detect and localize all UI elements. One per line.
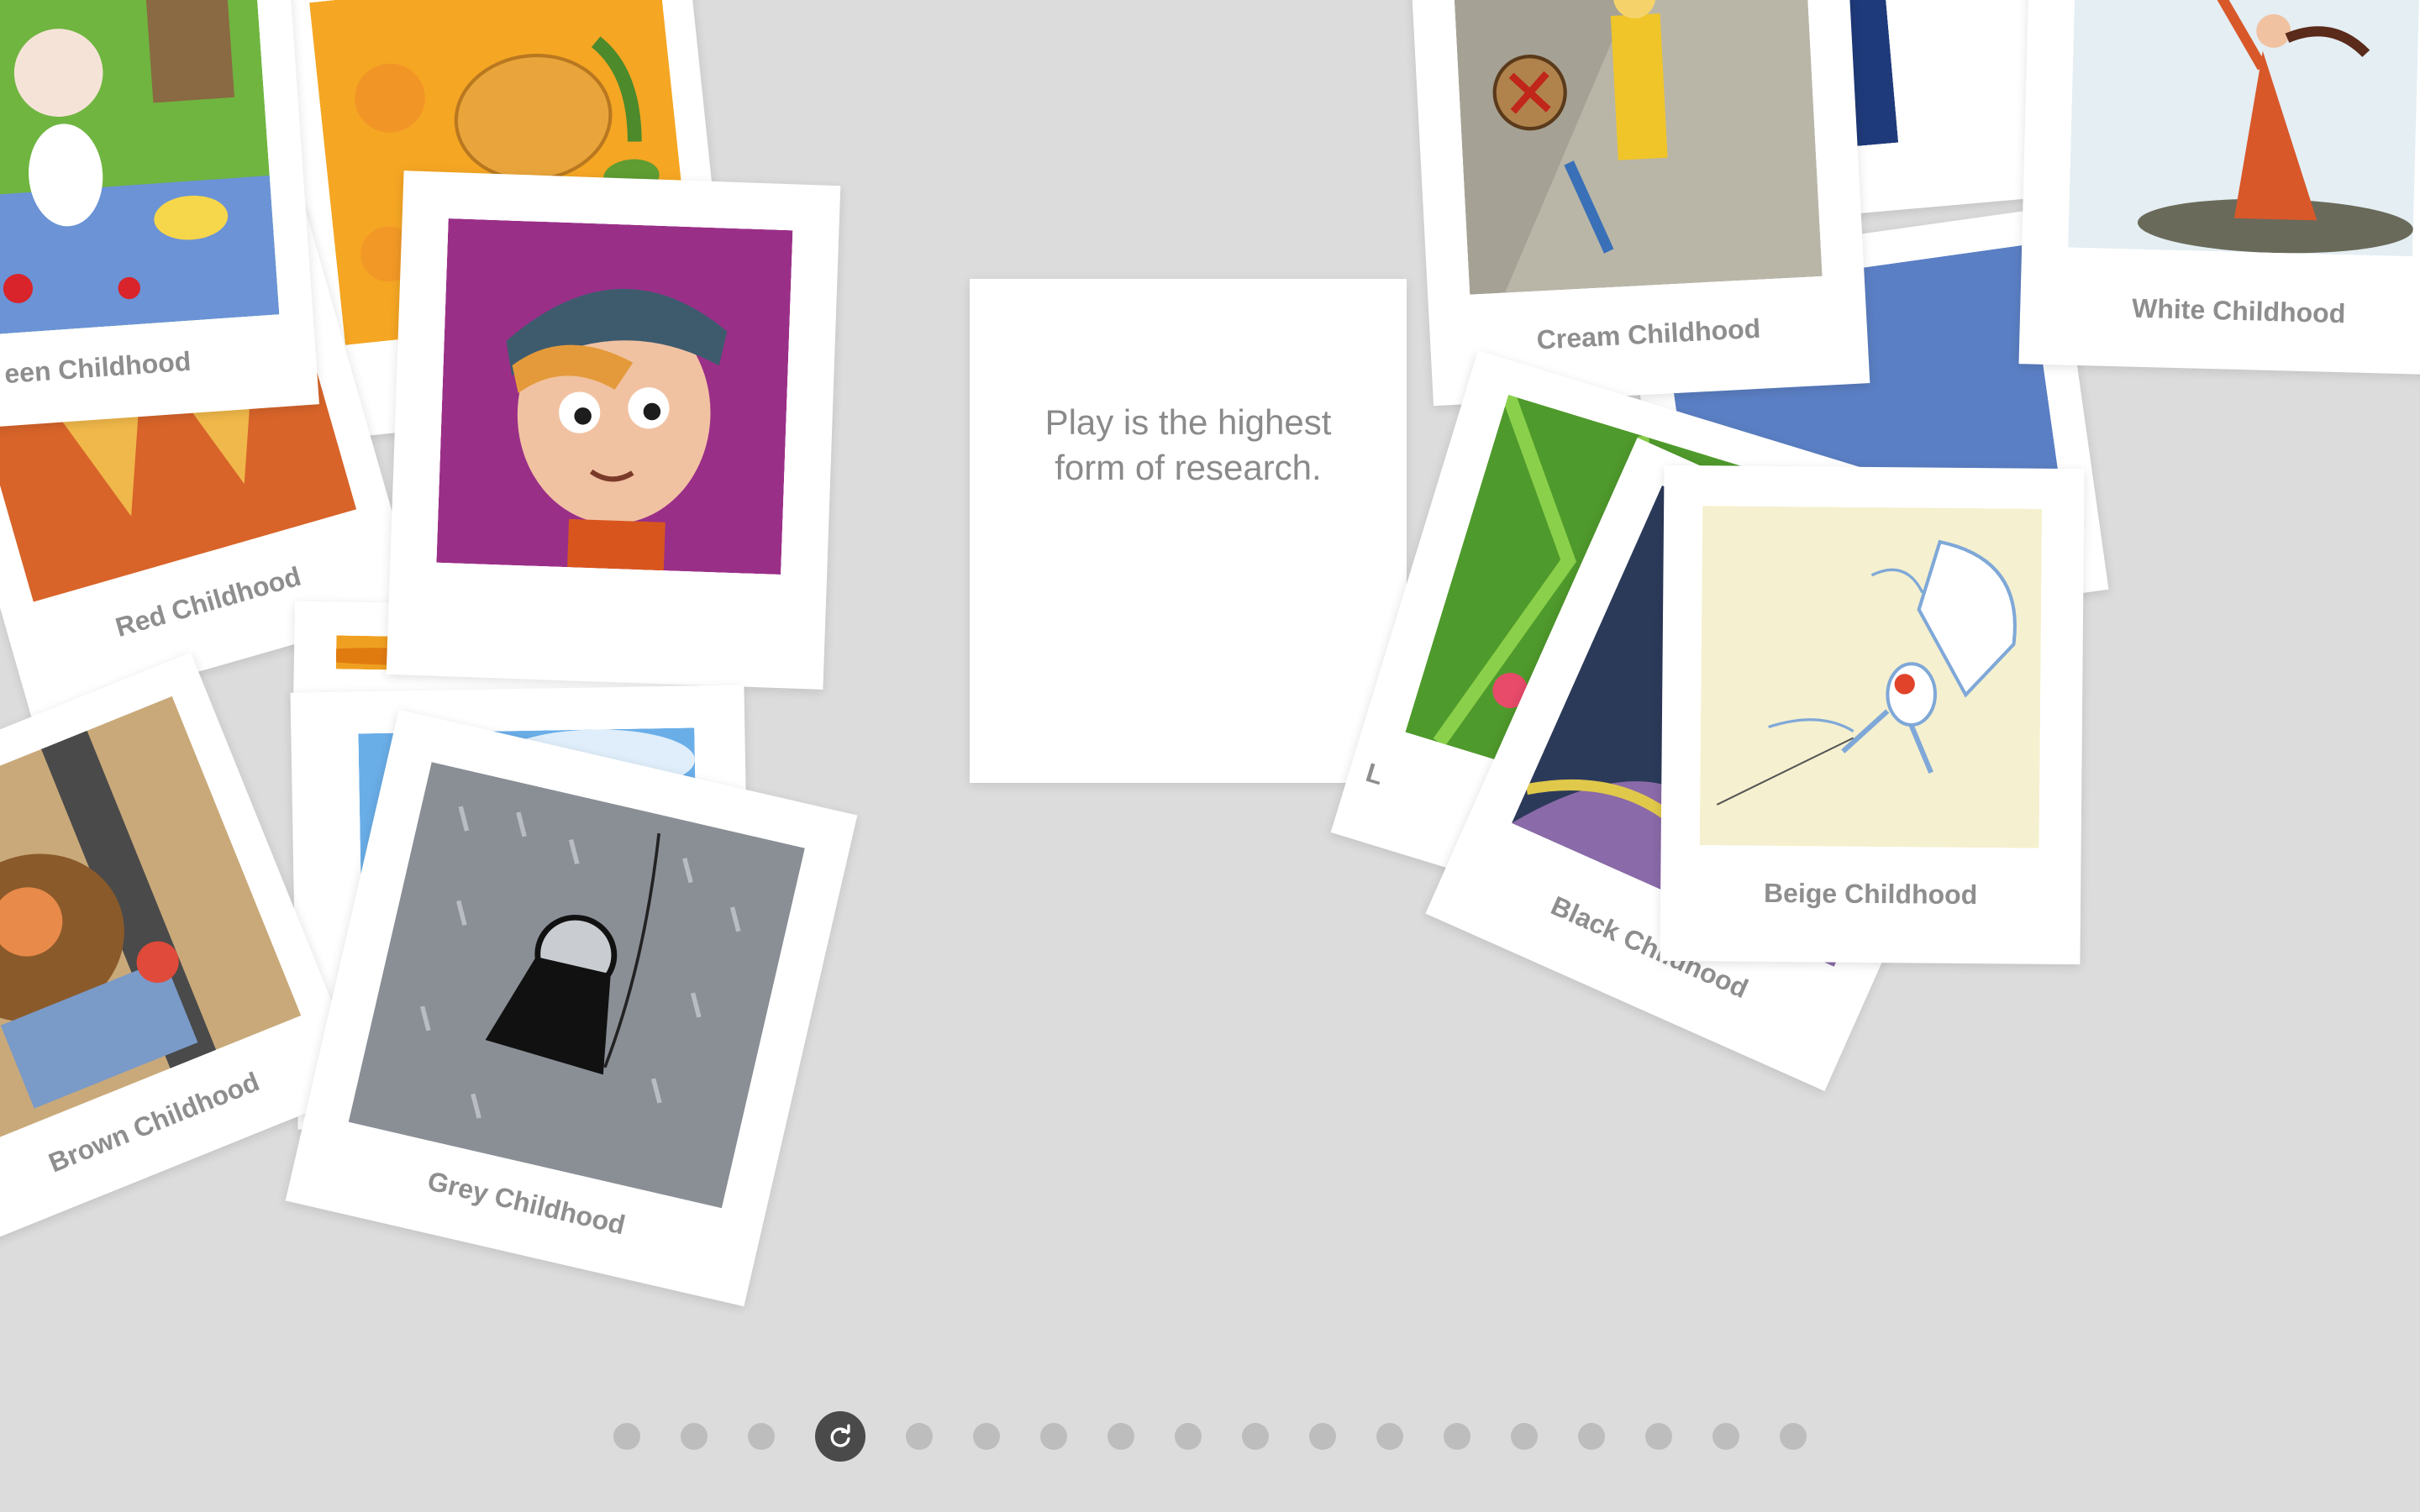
pager-dot[interactable] — [681, 1423, 708, 1450]
pager-dot[interactable] — [613, 1423, 640, 1450]
pager-dot-active[interactable] — [815, 1411, 865, 1462]
pager-dot[interactable] — [906, 1423, 933, 1450]
pager-dot[interactable] — [1780, 1423, 1807, 1450]
pager-dot[interactable] — [973, 1423, 1000, 1450]
card-photo — [2068, 0, 2420, 257]
pager-dot[interactable] — [1309, 1423, 1336, 1450]
quote-text: Play is the highest form of research. — [1003, 400, 1373, 491]
pager-dot[interactable] — [1040, 1423, 1067, 1450]
pager-dot[interactable] — [1645, 1423, 1672, 1450]
card-photo — [0, 0, 280, 340]
card-caption: White Childhood — [2131, 292, 2346, 329]
card-photo — [436, 218, 793, 575]
pager-dot[interactable] — [1376, 1423, 1403, 1450]
pager-dot[interactable] — [1511, 1423, 1538, 1450]
quote-card: Play is the highest form of research. — [970, 279, 1407, 783]
polaroid-card-white[interactable]: White Childhood — [2018, 0, 2420, 375]
photo-gallery: Red Childhood een Childhood Brown Childh… — [0, 0, 2420, 1512]
slide-pager — [0, 1411, 2420, 1462]
card-photo — [1699, 506, 2043, 848]
pager-dot[interactable] — [1712, 1423, 1739, 1450]
pager-dot[interactable] — [1175, 1423, 1202, 1450]
pager-dot[interactable] — [1107, 1423, 1134, 1450]
card-caption: Beige Childhood — [1763, 877, 1978, 911]
quote-line-1: Play is the highest — [1044, 402, 1332, 442]
card-photo — [348, 762, 805, 1209]
polaroid-card-green[interactable]: een Childhood — [0, 0, 319, 435]
rotate-icon — [830, 1424, 850, 1447]
pager-dot[interactable] — [1444, 1423, 1470, 1450]
polaroid-card-cream[interactable]: Cream Childhood — [1407, 0, 1870, 407]
card-caption: Cream Childhood — [1535, 312, 1762, 355]
pager-dot[interactable] — [1242, 1423, 1269, 1450]
card-caption: een Childhood — [3, 345, 192, 390]
pager-dot[interactable] — [1578, 1423, 1605, 1450]
quote-line-2: form of research. — [1055, 448, 1322, 487]
polaroid-card-beige[interactable]: Beige Childhood — [1660, 465, 2085, 965]
card-photo — [1450, 0, 1823, 295]
pager-dot[interactable] — [748, 1423, 775, 1450]
polaroid-card-portrait[interactable] — [386, 171, 841, 690]
